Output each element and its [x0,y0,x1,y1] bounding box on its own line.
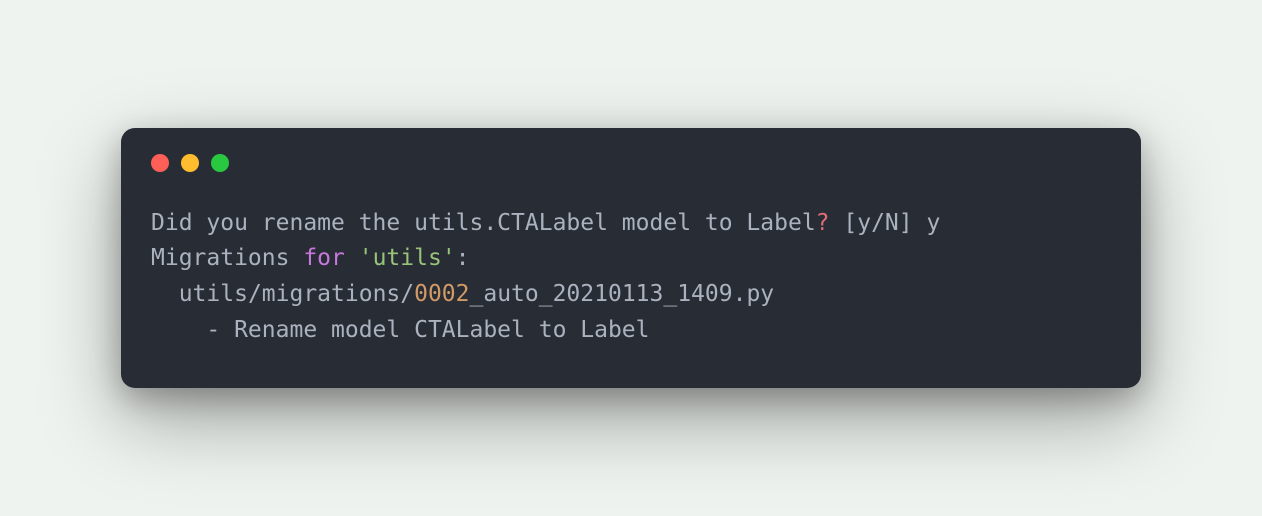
prompt-response: [y/N] y [830,210,941,236]
terminal-output: Did you rename the utils.CTALabel model … [151,206,1111,349]
space [345,245,359,271]
migration-filename: _auto_20210113_1409.py [470,281,775,307]
indent [151,317,206,343]
traffic-lights [151,154,1111,172]
question-mark: ? [816,210,830,236]
migration-path-prefix: utils/migrations/ [179,281,414,307]
migration-number: 0002 [414,281,469,307]
maximize-icon[interactable] [211,154,229,172]
app-name-string: 'utils' [359,245,456,271]
terminal-window: Did you rename the utils.CTALabel model … [121,128,1141,389]
migrations-label: Migrations [151,245,303,271]
indent [151,281,179,307]
close-icon[interactable] [151,154,169,172]
prompt-text: Did you rename the utils.CTALabel model … [151,210,816,236]
migration-operation: - Rename model CTALabel to Label [206,317,649,343]
colon: : [456,245,470,271]
for-keyword: for [303,245,345,271]
minimize-icon[interactable] [181,154,199,172]
